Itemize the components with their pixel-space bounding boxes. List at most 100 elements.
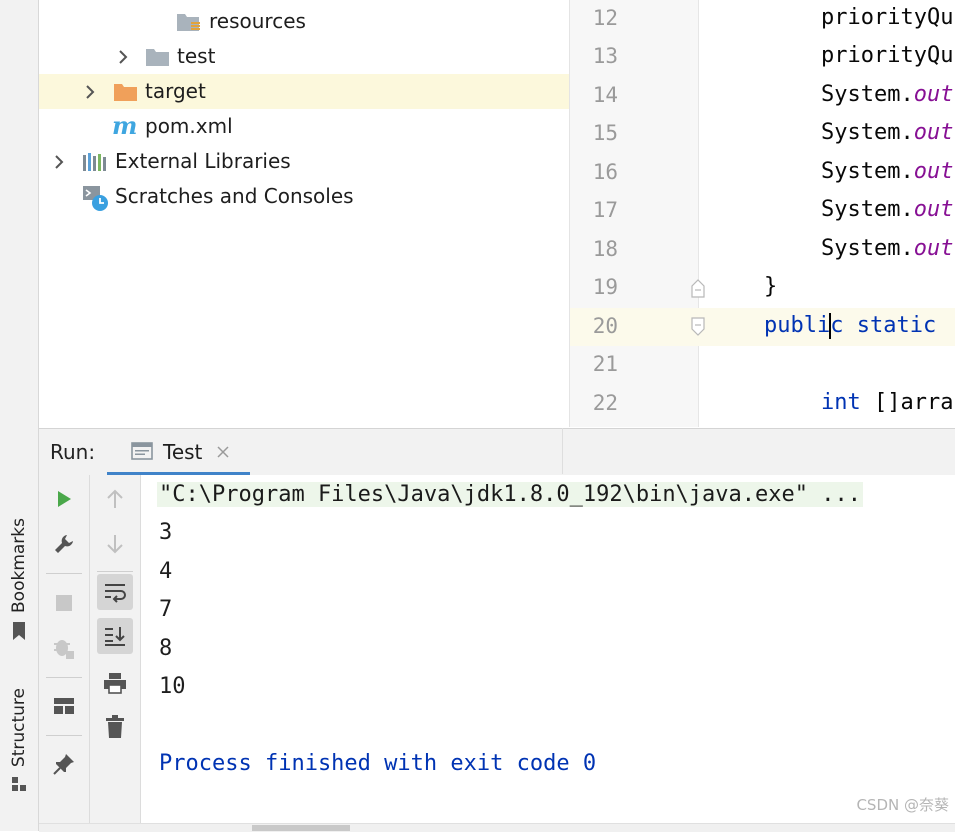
code-keyword: publi xyxy=(764,313,831,338)
tree-item-resources[interactable]: resources xyxy=(39,4,569,39)
up-stack-trace-button[interactable] xyxy=(97,481,133,517)
tree-item-label: test xyxy=(177,44,216,68)
fold-end-icon[interactable] xyxy=(690,278,706,298)
tree-item-scratches[interactable]: Scratches and Consoles xyxy=(39,179,569,214)
maven-icon: m xyxy=(112,111,138,140)
console-output-line: 8 xyxy=(159,636,173,661)
left-tool-strip: Bookmarks Structure xyxy=(0,0,39,831)
line-number: 19 xyxy=(592,275,618,299)
code-text: System. xyxy=(821,197,914,222)
code-text: priorityQu xyxy=(821,5,954,30)
code-text: } xyxy=(764,274,778,299)
stop-icon xyxy=(56,595,72,611)
folder-icon xyxy=(146,49,169,66)
console-output-line: 3 xyxy=(159,520,173,545)
chevron-right-icon[interactable] xyxy=(82,74,98,109)
toolbar-separator xyxy=(97,571,133,572)
project-tree: resources test target m pom.xml External… xyxy=(39,0,570,427)
code-text: System. xyxy=(821,82,914,107)
structure-tab[interactable]: Structure xyxy=(4,688,34,793)
close-icon[interactable] xyxy=(217,446,229,458)
play-icon xyxy=(58,491,71,507)
fold-start-icon[interactable] xyxy=(690,317,706,337)
structure-icon xyxy=(12,777,26,792)
console-command-line: "C:\Program Files\Java\jdk1.8.0_192\bin\… xyxy=(157,482,863,507)
tree-item-pom-xml[interactable]: m pom.xml xyxy=(39,109,569,144)
code-line: 21 xyxy=(570,346,955,384)
chevron-right-icon[interactable] xyxy=(115,39,131,74)
tree-item-external-libraries[interactable]: External Libraries xyxy=(39,144,569,179)
excluded-folder-icon xyxy=(114,84,137,101)
scroll-to-end-button[interactable] xyxy=(97,618,133,654)
run-panel-title: Run: xyxy=(50,440,96,464)
scrollbar-thumb[interactable] xyxy=(252,825,350,831)
chevron-right-icon[interactable] xyxy=(51,144,67,179)
code-line: 19 } xyxy=(570,269,955,307)
printer-icon xyxy=(104,673,126,694)
tree-item-target[interactable]: target xyxy=(39,74,569,109)
line-number: 17 xyxy=(592,198,618,222)
line-number: 15 xyxy=(592,121,618,145)
code-line: 14 System.out xyxy=(570,77,955,115)
pin-tab-button[interactable] xyxy=(46,746,82,782)
code-field: out xyxy=(913,159,954,184)
down-stack-trace-button[interactable] xyxy=(97,526,133,562)
line-number: 14 xyxy=(592,83,618,107)
toolbar-separator xyxy=(46,573,82,574)
line-number: 12 xyxy=(592,6,618,30)
bookmarks-tab-label: Bookmarks xyxy=(9,518,29,613)
soft-wrap-button[interactable] xyxy=(97,574,133,610)
stop-button[interactable] xyxy=(46,585,82,621)
soft-wrap-icon xyxy=(105,584,126,603)
rerun-button[interactable] xyxy=(46,481,82,517)
code-field: out xyxy=(913,82,954,107)
console-output[interactable]: "C:\Program Files\Java\jdk1.8.0_192\bin\… xyxy=(141,475,955,823)
code-line: 18 System.out xyxy=(570,231,955,269)
trash-icon xyxy=(106,715,124,738)
code-field: out xyxy=(913,120,954,145)
tree-item-label: External Libraries xyxy=(115,149,291,173)
modify-run-config-button[interactable] xyxy=(46,526,82,562)
scroll-to-end-icon xyxy=(105,627,125,646)
run-tab-test[interactable]: Test xyxy=(107,429,250,475)
code-text: System. xyxy=(821,159,914,184)
print-button[interactable] xyxy=(97,665,133,701)
code-editor[interactable]: 12 priorityQu 13 priorityQu 14 System.ou… xyxy=(570,0,955,427)
tree-item-label: pom.xml xyxy=(145,114,233,138)
code-keyword: int xyxy=(821,390,861,415)
run-tab-label: Test xyxy=(163,440,203,464)
line-number: 13 xyxy=(592,44,618,68)
bug-stop-icon xyxy=(54,640,74,659)
structure-tab-label: Structure xyxy=(9,688,29,768)
console-output-line: 10 xyxy=(159,674,186,699)
code-line: 15 System.out xyxy=(570,115,955,153)
code-keyword: c static xyxy=(830,313,937,338)
bookmarks-tab[interactable]: Bookmarks xyxy=(4,518,34,641)
code-line: 17 System.out xyxy=(570,192,955,230)
console-output-line: 4 xyxy=(159,559,173,584)
code-text: System. xyxy=(821,236,914,261)
arrow-up-icon xyxy=(107,489,123,508)
watermark: CSDN @奈葵 xyxy=(856,796,949,814)
line-number: 20 xyxy=(592,314,618,338)
console-output-line: 7 xyxy=(159,597,173,622)
toolbar-separator xyxy=(46,677,82,678)
tree-item-test[interactable]: test xyxy=(39,39,569,74)
panel-divider xyxy=(562,428,563,474)
bookmark-icon xyxy=(13,621,25,640)
run-toolbar-secondary xyxy=(90,475,141,823)
run-panel-header: Run: Test xyxy=(39,428,955,476)
layout-button[interactable] xyxy=(46,688,82,724)
line-number: 18 xyxy=(592,237,618,261)
code-text: priorityQu xyxy=(821,43,954,68)
wrench-icon xyxy=(55,535,73,553)
code-line: 13 priorityQu xyxy=(570,38,955,76)
debug-exit-button[interactable] xyxy=(46,630,82,666)
tree-item-label: Scratches and Consoles xyxy=(115,184,354,208)
code-field: out xyxy=(913,197,954,222)
run-toolbar-primary xyxy=(39,475,90,823)
code-line-current: 20 public static xyxy=(570,308,955,346)
line-number: 21 xyxy=(592,352,618,376)
clear-all-button[interactable] xyxy=(97,709,133,745)
console-exit-message: Process finished with exit code 0 xyxy=(159,751,597,776)
